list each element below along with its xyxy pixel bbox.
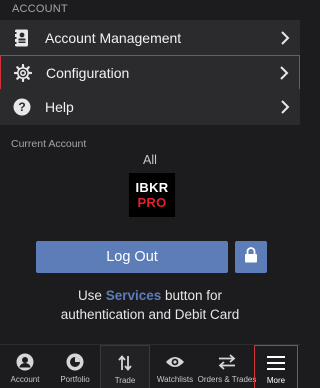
current-account-label: Current Account <box>11 138 87 150</box>
tab-watchlists[interactable]: Watchlists <box>150 345 200 388</box>
menu-item-help[interactable]: ? Help <box>0 89 300 125</box>
bottom-tab-bar: Account Portfolio Trade Watchlists Order… <box>0 344 300 388</box>
services-note: Use Services button for authentication a… <box>0 286 300 324</box>
menu-icon <box>267 354 285 372</box>
services-note-suffix: button for <box>161 288 223 303</box>
account-icon <box>16 353 34 371</box>
services-note-line2: authentication and Debit Card <box>60 307 240 322</box>
gear-icon <box>13 63 33 83</box>
menu-item-account-management[interactable]: Account Management <box>0 20 300 56</box>
services-link: Services <box>105 288 162 303</box>
svg-text:?: ? <box>18 100 25 114</box>
logo-text-top: IBKR <box>135 180 169 195</box>
logout-button[interactable]: Log Out <box>36 241 228 273</box>
chevron-right-icon <box>278 100 292 114</box>
lock-icon <box>244 246 258 268</box>
account-management-icon <box>12 28 32 48</box>
menu-item-label: Help <box>45 99 74 115</box>
tab-label: Account <box>10 375 40 384</box>
tab-label: Orders & Trades <box>197 375 257 384</box>
services-note-line1: Use Services button for <box>0 286 300 305</box>
watchlists-icon <box>165 353 185 371</box>
lock-button[interactable] <box>235 241 267 273</box>
menu-item-configuration[interactable]: Configuration <box>0 55 300 91</box>
current-account-value: All <box>143 153 157 167</box>
portfolio-icon <box>66 353 84 371</box>
tab-more[interactable]: More <box>254 345 298 388</box>
tab-trade[interactable]: Trade <box>100 345 150 388</box>
trade-icon <box>116 354 134 372</box>
tab-orders-trades[interactable]: Orders & Trades <box>197 345 257 388</box>
menu-item-label: Configuration <box>46 65 130 81</box>
chevron-right-icon <box>278 31 292 45</box>
tab-label: Watchlists <box>156 375 194 384</box>
logo-text-bottom: PRO <box>137 195 167 210</box>
tab-account[interactable]: Account <box>0 345 50 388</box>
tab-label: Portfolio <box>60 375 90 384</box>
orders-trades-icon <box>218 353 236 371</box>
logout-label: Log Out <box>106 249 158 265</box>
section-header: ACCOUNT <box>0 0 300 20</box>
chevron-right-icon <box>277 66 291 80</box>
ibkr-pro-logo: IBKR PRO <box>129 173 175 217</box>
tab-portfolio[interactable]: Portfolio <box>50 345 100 388</box>
menu-item-label: Account Management <box>45 30 182 46</box>
more-screen: ACCOUNT Account Management Configuration… <box>0 0 300 388</box>
tab-label: Trade <box>114 376 136 385</box>
services-note-prefix: Use <box>77 288 106 303</box>
help-icon: ? <box>12 97 32 117</box>
tab-label: More <box>266 376 286 385</box>
